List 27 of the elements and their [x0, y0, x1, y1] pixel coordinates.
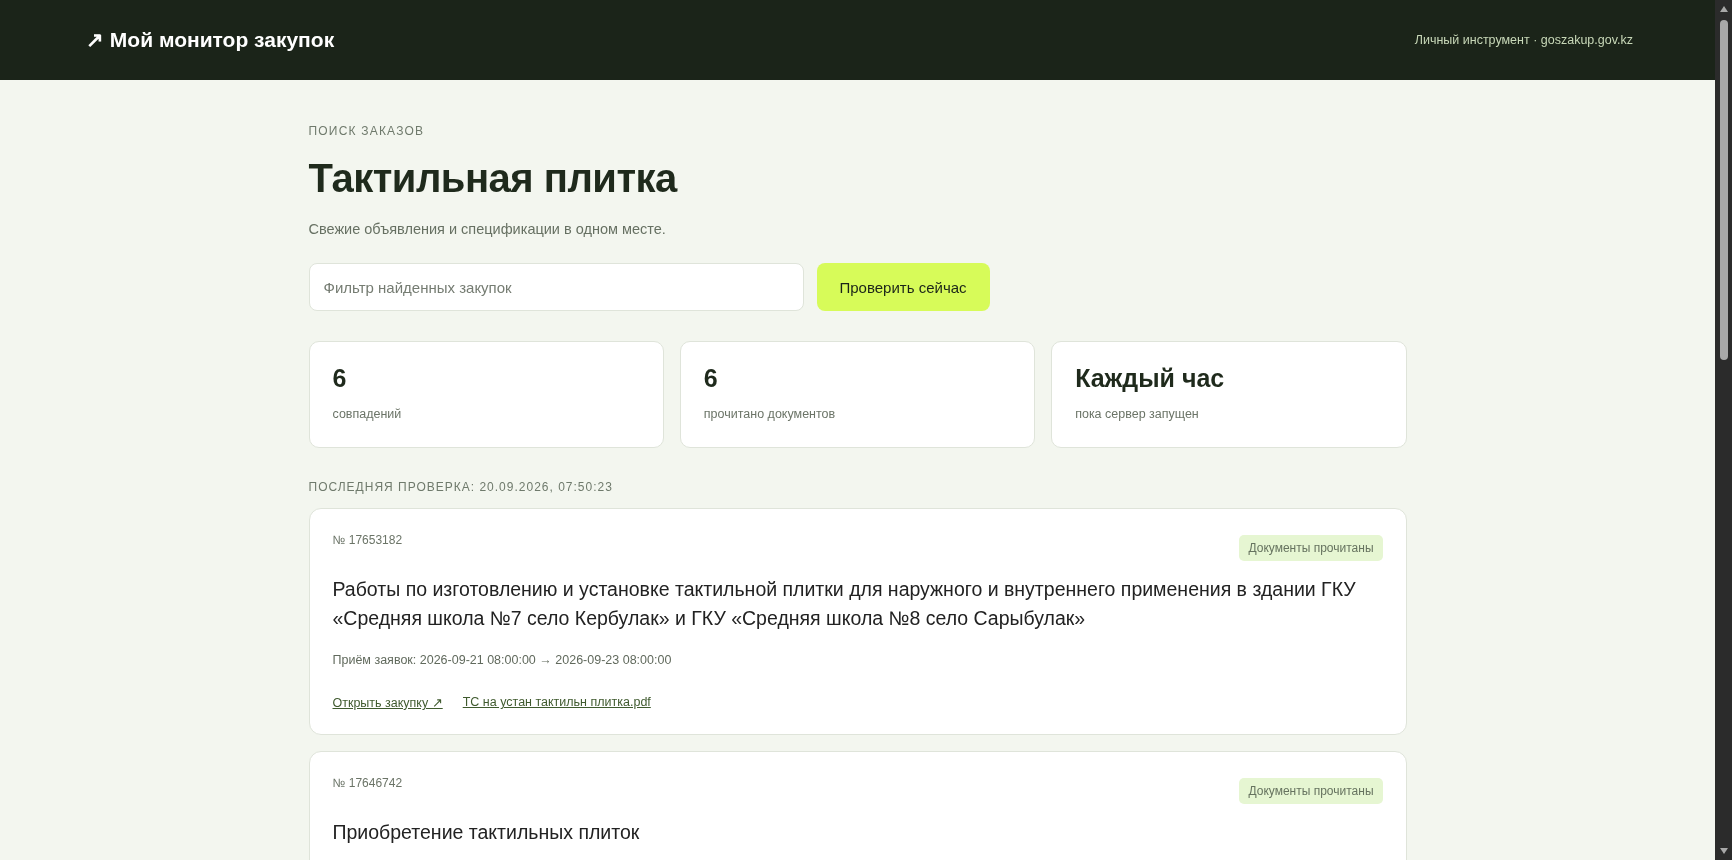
- tender-link[interactable]: Открыть закупку ↗: [332, 695, 443, 710]
- stat-label: пока сервер запущен: [1075, 407, 1200, 421]
- header-note: Личный инструмент · goszakup.gov.kz: [1414, 33, 1633, 47]
- tender-number: № 17646742: [332, 776, 403, 790]
- tender-number: № 17653182: [332, 533, 403, 547]
- page-title: Тактильная плитка: [308, 156, 679, 201]
- stat-value: 6: [703, 364, 719, 393]
- tender-title: Приобретение тактильных плиток: [332, 820, 641, 845]
- scroll-thumb[interactable]: [1719, 20, 1728, 360]
- tender-link[interactable]: ТС на устан тактильн плитка.pdf: [462, 695, 651, 710]
- stat-label: прочитано документов: [703, 407, 837, 421]
- tender-title: Работы по изготовлению и установке тактильной плитки для наружного и внутреннего применения в здании ГКУ «Средняя школа №7 село Кербулак» и ГКУ «Средняя школа №8 село Сарыбулак»: [332, 577, 1357, 631]
- filter-field[interactable]: Фильтр найденных закупок: [308, 263, 804, 311]
- scrollbar[interactable]: [1715, 0, 1732, 860]
- application-period: Приём заявок: 2026-09-21 08:00:00 → 2026-09-23 08:00:00: [332, 653, 673, 667]
- check-now-button[interactable]: Проверить сейчас: [816, 263, 990, 311]
- status-badge: Документы прочитаны: [1239, 778, 1383, 804]
- status-badge: Документы прочитаны: [1239, 535, 1383, 561]
- stat-value: Каждый час: [1075, 364, 1226, 393]
- app-title: ↗ Мой монитор закупок: [86, 28, 335, 52]
- stat-value: 6: [332, 364, 348, 393]
- section-eyebrow: ПОИСК ЗАКАЗОВ: [308, 124, 426, 138]
- scroll-down-icon[interactable]: [1718, 847, 1729, 855]
- scroll-up-icon[interactable]: [1718, 5, 1729, 13]
- page-subtitle: Свежие объявления и спецификации в одном месте.: [308, 221, 667, 237]
- last-check-label: ПОСЛЕДНЯЯ ПРОВЕРКА: 20.09.2026, 07:50:23: [308, 480, 614, 494]
- stat-label: совпадений: [332, 407, 403, 421]
